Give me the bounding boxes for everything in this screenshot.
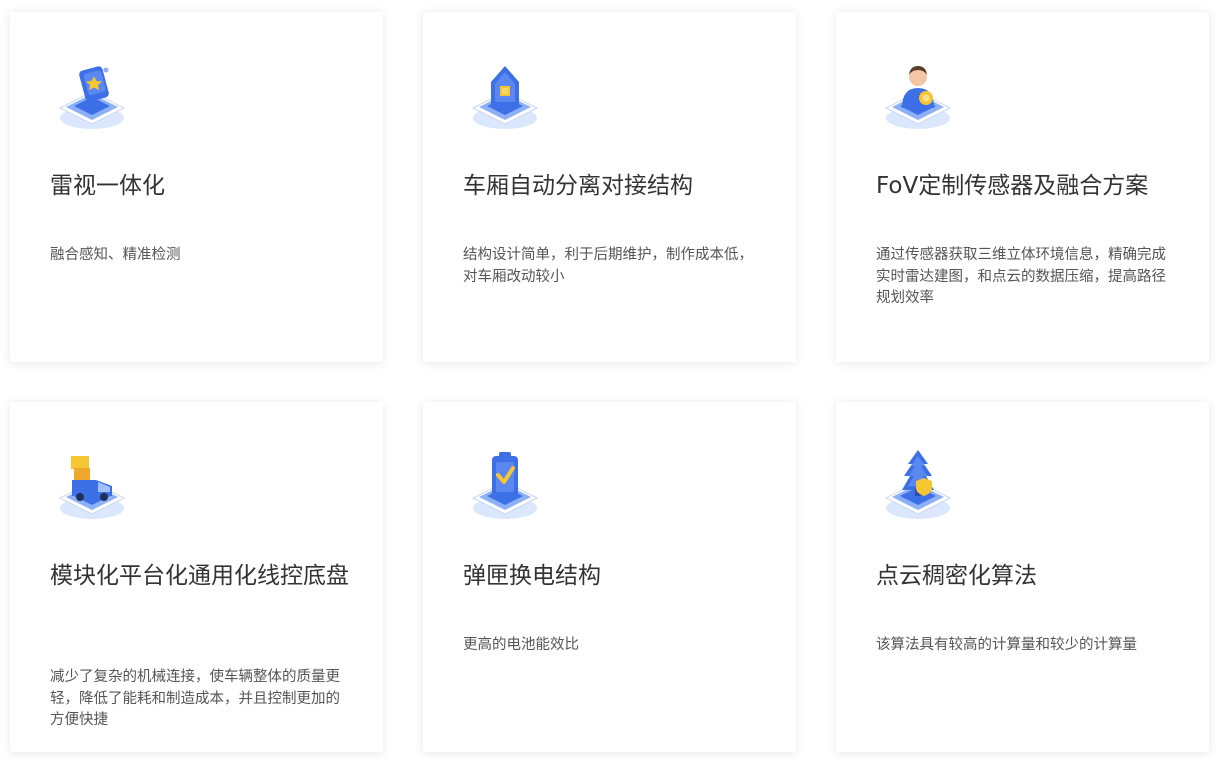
card-description: 融合感知、精准检测	[50, 247, 181, 263]
card-description: 更高的电池能效比	[463, 637, 579, 653]
house-box-icon	[467, 52, 543, 132]
card-description: 结构设计简单，利于后期维护，制作成本低，对车厢改动较小	[463, 247, 753, 285]
feature-card-point-cloud: 点云稠密化算法 该算法具有较高的计算量和较少的计算量	[836, 402, 1209, 752]
feature-card-radar-vision: 雷视一体化 融合感知、精准检测	[10, 12, 383, 362]
card-description: 通过传感器获取三维立体环境信息，精确完成实时雷达建图，和点云的数据压缩，提高路径…	[876, 247, 1166, 306]
card-title: 点云稠密化算法	[876, 563, 1037, 589]
card-description: 该算法具有较高的计算量和较少的计算量	[876, 637, 1137, 653]
card-title: 弹匣换电结构	[463, 563, 601, 589]
card-description: 减少了复杂的机械连接，使车辆整体的质量更轻，降低了能耗和制造成本，并且控制更加的…	[50, 669, 340, 728]
delivery-truck-icon	[54, 442, 130, 522]
feature-card-cabin-docking: 车厢自动分离对接结构 结构设计简单，利于后期维护，制作成本低，对车厢改动较小	[423, 12, 796, 362]
card-title: FoV定制传感器及融合方案	[876, 173, 1149, 199]
feature-card-modular-chassis: 模块化平台化通用化线控底盘 减少了复杂的机械连接，使车辆整体的质量更轻，降低了能…	[10, 402, 383, 752]
card-title: 车厢自动分离对接结构	[463, 173, 693, 199]
engineer-sensor-icon	[880, 52, 956, 132]
card-title: 雷视一体化	[50, 173, 165, 199]
card-title: 模块化平台化通用化线控底盘	[50, 563, 349, 589]
battery-check-icon	[467, 442, 543, 522]
radar-badge-icon	[54, 52, 130, 132]
feature-card-battery-swap: 弹匣换电结构 更高的电池能效比	[423, 402, 796, 752]
feature-card-fov-sensor: FoV定制传感器及融合方案 通过传感器获取三维立体环境信息，精确完成实时雷达建图…	[836, 12, 1209, 362]
tree-shield-icon	[880, 442, 956, 522]
